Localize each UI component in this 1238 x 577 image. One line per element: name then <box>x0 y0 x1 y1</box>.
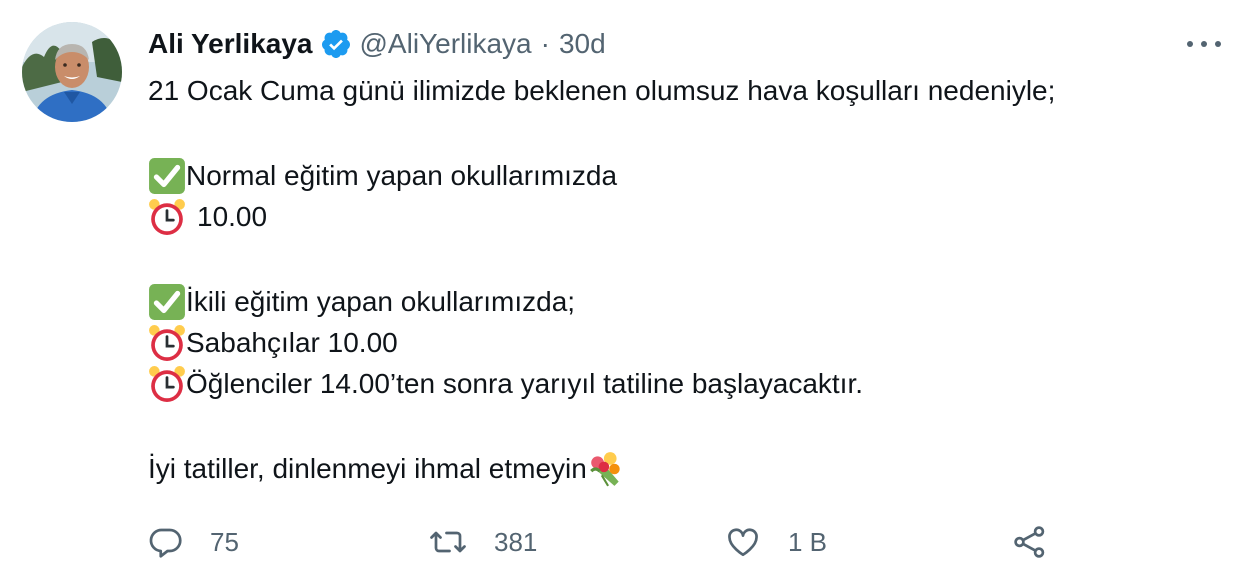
heart-icon <box>724 524 762 560</box>
tweet-line-2: Normal eğitim yapan okullarımızda <box>148 155 1218 196</box>
handle[interactable]: @AliYerlikaya <box>360 28 532 60</box>
alarm-clock-emoji-icon <box>148 324 186 362</box>
bouquet-emoji-icon <box>587 450 625 488</box>
tweet-line-4-text: İkili eğitim yapan okullarımızda; <box>186 286 576 317</box>
check-mark-emoji-icon <box>148 157 186 195</box>
check-mark-emoji-icon <box>148 283 186 321</box>
share-icon <box>1012 524 1048 560</box>
separator-dot: · <box>540 28 550 59</box>
tweet-line-5: Sabahçılar 10.00 <box>148 322 1218 363</box>
tweet: Ali Yerlikaya @AliYerlikaya · 30d 21 Oca… <box>0 0 1238 577</box>
reply-icon <box>148 524 184 560</box>
like-button[interactable]: 1 B <box>724 520 827 564</box>
tweet-line-1: 21 Ocak Cuma günü ilimizde beklenen olum… <box>148 70 1218 111</box>
retweet-icon <box>428 524 468 560</box>
timestamp[interactable]: 30d <box>559 28 606 60</box>
alarm-clock-emoji-icon <box>148 365 186 403</box>
tweet-text: 21 Ocak Cuma günü ilimizde beklenen olum… <box>148 70 1218 489</box>
avatar[interactable] <box>22 22 122 122</box>
display-name[interactable]: Ali Yerlikaya <box>148 28 313 60</box>
reply-count: 75 <box>210 526 239 557</box>
retweet-button[interactable]: 381 <box>428 520 537 564</box>
tweet-line-3: 10.00 <box>148 196 1218 237</box>
avatar-image <box>22 22 122 122</box>
share-button[interactable] <box>1012 520 1048 564</box>
more-icon[interactable] <box>1184 34 1224 54</box>
tweet-line-6-text: Öğlenciler 14.00’ten sonra yarıyıl tatil… <box>186 368 864 399</box>
tweet-line-7-text: İyi tatiller, dinlenmeyi ihmal etmeyin <box>148 453 587 484</box>
tweet-line-7: İyi tatiller, dinlenmeyi ihmal etmeyin <box>148 448 1218 489</box>
verified-badge-icon <box>320 28 352 60</box>
alarm-clock-emoji-icon <box>148 198 186 236</box>
like-count: 1 B <box>788 526 828 557</box>
reply-button[interactable]: 75 <box>148 520 239 564</box>
tweet-line-5-text: Sabahçılar 10.00 <box>186 327 398 358</box>
tweet-actions: 75 381 1 B <box>148 520 1148 564</box>
tweet-line-4: İkili eğitim yapan okullarımızda; <box>148 281 1218 322</box>
tweet-line-6: Öğlenciler 14.00’ten sonra yarıyıl tatil… <box>148 363 1218 404</box>
tweet-line-1-text: 21 Ocak Cuma günü ilimizde beklenen olum… <box>148 75 1056 106</box>
retweet-count: 381 <box>494 526 538 557</box>
tweet-line-3-text: 10.00 <box>197 201 268 232</box>
tweet-header: Ali Yerlikaya @AliYerlikaya · 30d <box>148 24 606 64</box>
tweet-line-2-text: Normal eğitim yapan okullarımızda <box>186 160 618 191</box>
